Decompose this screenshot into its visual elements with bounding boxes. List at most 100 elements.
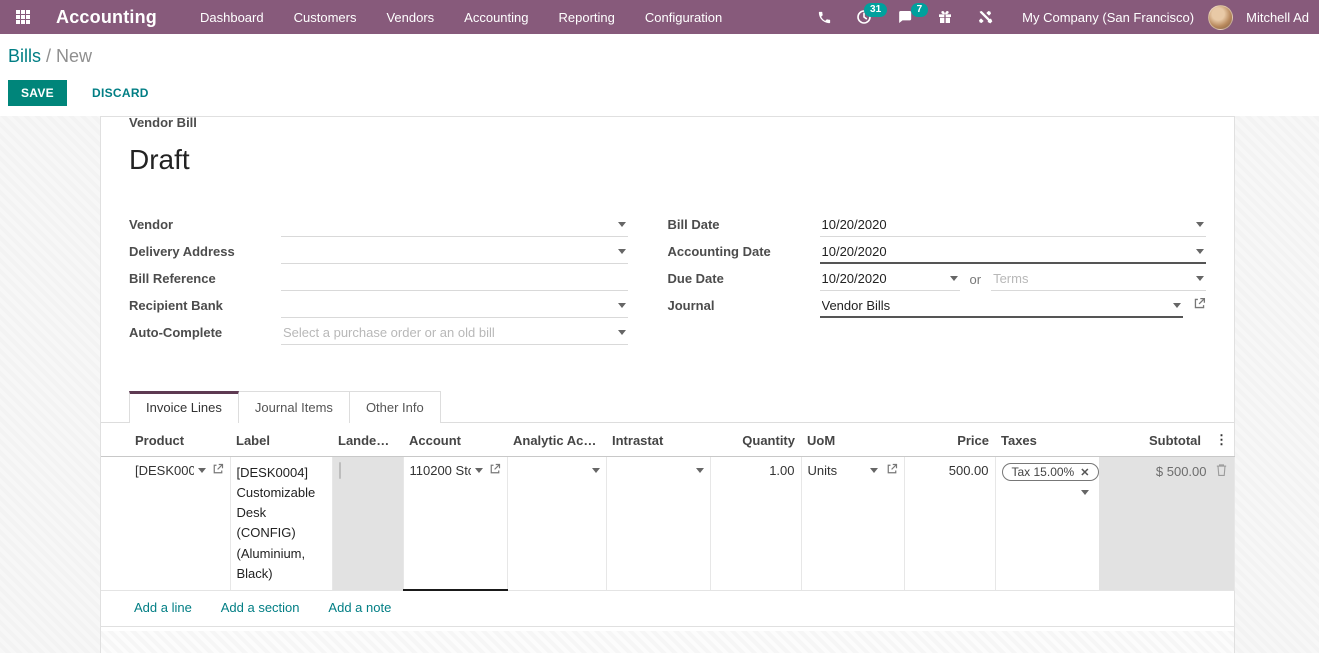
vendor-input[interactable] [283,217,612,232]
discard-button[interactable]: DISCARD [79,80,162,106]
price-cell[interactable]: 500.00 [904,457,995,591]
menu-configuration[interactable]: Configuration [632,1,735,34]
bill-reference-input[interactable] [283,271,626,286]
accounting-date-chevron-down-icon[interactable] [1196,249,1204,254]
due-date-field[interactable] [820,267,960,291]
bill-date-input[interactable] [822,217,1191,232]
add-line-link[interactable]: Add a line [134,600,192,615]
accounting-date-field[interactable] [820,240,1207,264]
remove-tax-icon[interactable]: ✕ [1080,466,1089,479]
menu-dashboard[interactable]: Dashboard [187,1,277,34]
label-cell[interactable]: [DESK0004] Customizable Desk (CONFIG) (A… [230,457,332,591]
recipient-bank-chevron-down-icon[interactable] [618,303,626,308]
menu-accounting[interactable]: Accounting [451,1,541,34]
journal-external-link-icon[interactable] [1193,297,1206,315]
tab-other-info[interactable]: Other Info [350,391,441,423]
product-cell[interactable]: [DESK0004 [129,457,230,591]
col-account[interactable]: Account [403,423,507,457]
uom-external-link-icon[interactable] [886,463,898,478]
tab-bar: Invoice Lines Journal Items Other Info [101,391,1234,422]
payment-terms-input[interactable] [993,271,1190,286]
quantity-cell[interactable]: 1.00 [710,457,801,591]
journal-label: Journal [668,298,820,318]
activities-clock-icon[interactable]: 31 [847,3,881,31]
user-menu[interactable]: Mitchell Ad [1246,10,1309,25]
journal-input[interactable] [822,298,1168,313]
accounting-date-input[interactable] [822,244,1191,259]
tools-icon[interactable] [968,3,1002,31]
account-cell[interactable]: 110200 Stc [403,457,507,591]
col-label[interactable]: Label [230,423,332,457]
due-date-input[interactable] [822,271,944,286]
tab-journal-items[interactable]: Journal Items [239,391,350,423]
delivery-address-field[interactable] [281,240,628,264]
menu-reporting[interactable]: Reporting [546,1,628,34]
product-external-link-icon[interactable] [212,463,224,478]
messages-count-badge: 7 [911,3,929,17]
auto-complete-field[interactable] [281,321,628,345]
row-handle-cell[interactable] [101,457,129,591]
bill-reference-field[interactable] [281,267,628,291]
recipient-bank-field[interactable] [281,294,628,318]
col-price[interactable]: Price [904,423,995,457]
col-landed-costs[interactable]: Lande… [332,423,403,457]
apps-menu-button[interactable] [0,0,46,34]
uom-chevron-down-icon[interactable] [870,468,878,473]
intrastat-cell[interactable] [606,457,710,591]
apps-grid-icon [16,10,30,24]
breadcrumb-bills-link[interactable]: Bills [8,46,41,66]
vendor-chevron-down-icon[interactable] [618,222,626,227]
auto-complete-chevron-down-icon[interactable] [618,330,626,335]
bill-date-field[interactable] [820,213,1207,237]
menu-customers[interactable]: Customers [281,1,370,34]
add-section-link[interactable]: Add a section [221,600,300,615]
delete-line-icon[interactable] [1215,463,1228,480]
sheet-bottom-band [101,631,1234,653]
col-analytic-account[interactable]: Analytic Acc… [507,423,606,457]
recipient-bank-input[interactable] [283,298,612,313]
subtotal-value: $ 500.00 [1156,464,1207,479]
tax-tag-label: Tax 15.00% [1012,465,1075,479]
intrastat-chevron-down-icon[interactable] [696,468,704,473]
delivery-address-chevron-down-icon[interactable] [618,249,626,254]
due-date-chevron-down-icon[interactable] [950,276,958,281]
account-external-link-icon[interactable] [489,463,501,478]
bill-date-chevron-down-icon[interactable] [1196,222,1204,227]
gift-icon[interactable] [928,3,962,31]
payment-terms-chevron-down-icon[interactable] [1196,276,1204,281]
col-taxes[interactable]: Taxes [995,423,1099,457]
menu-vendors[interactable]: Vendors [373,1,447,34]
table-header-row: Product Label Lande… Account Analytic Ac… [101,423,1234,457]
payment-terms-field[interactable] [991,267,1206,291]
save-button[interactable]: SAVE [8,80,67,106]
tax-tag: Tax 15.00% ✕ [1002,463,1100,481]
accounting-date-label: Accounting Date [668,244,820,264]
messages-chat-icon[interactable]: 7 [887,3,922,31]
vendor-field[interactable] [281,213,628,237]
analytic-account-chevron-down-icon[interactable] [592,468,600,473]
uom-cell[interactable]: Units [801,457,904,591]
landed-costs-checkbox[interactable] [339,462,341,479]
user-avatar[interactable] [1208,5,1233,30]
taxes-cell[interactable]: Tax 15.00% ✕ [995,457,1099,591]
company-switcher[interactable]: My Company (San Francisco) [1022,10,1194,25]
app-title[interactable]: Accounting [56,7,157,28]
delivery-address-input[interactable] [283,244,612,259]
analytic-account-cell[interactable] [507,457,606,591]
col-product[interactable]: Product [129,423,230,457]
account-chevron-down-icon[interactable] [475,468,483,473]
col-intrastat[interactable]: Intrastat [606,423,710,457]
journal-chevron-down-icon[interactable] [1173,303,1181,308]
phone-icon[interactable] [808,4,841,31]
auto-complete-input[interactable] [283,325,612,340]
optional-columns-icon[interactable]: ⋮ [1215,432,1228,448]
journal-field[interactable] [820,294,1184,318]
col-quantity[interactable]: Quantity [710,423,801,457]
col-uom[interactable]: UoM [801,423,904,457]
tab-invoice-lines[interactable]: Invoice Lines [129,391,239,423]
invoice-lines-pane: Product Label Lande… Account Analytic Ac… [101,422,1234,653]
product-chevron-down-icon[interactable] [198,468,206,473]
add-note-link[interactable]: Add a note [328,600,391,615]
row-handle-column-header [101,423,129,457]
taxes-chevron-down-icon[interactable] [1081,490,1089,495]
